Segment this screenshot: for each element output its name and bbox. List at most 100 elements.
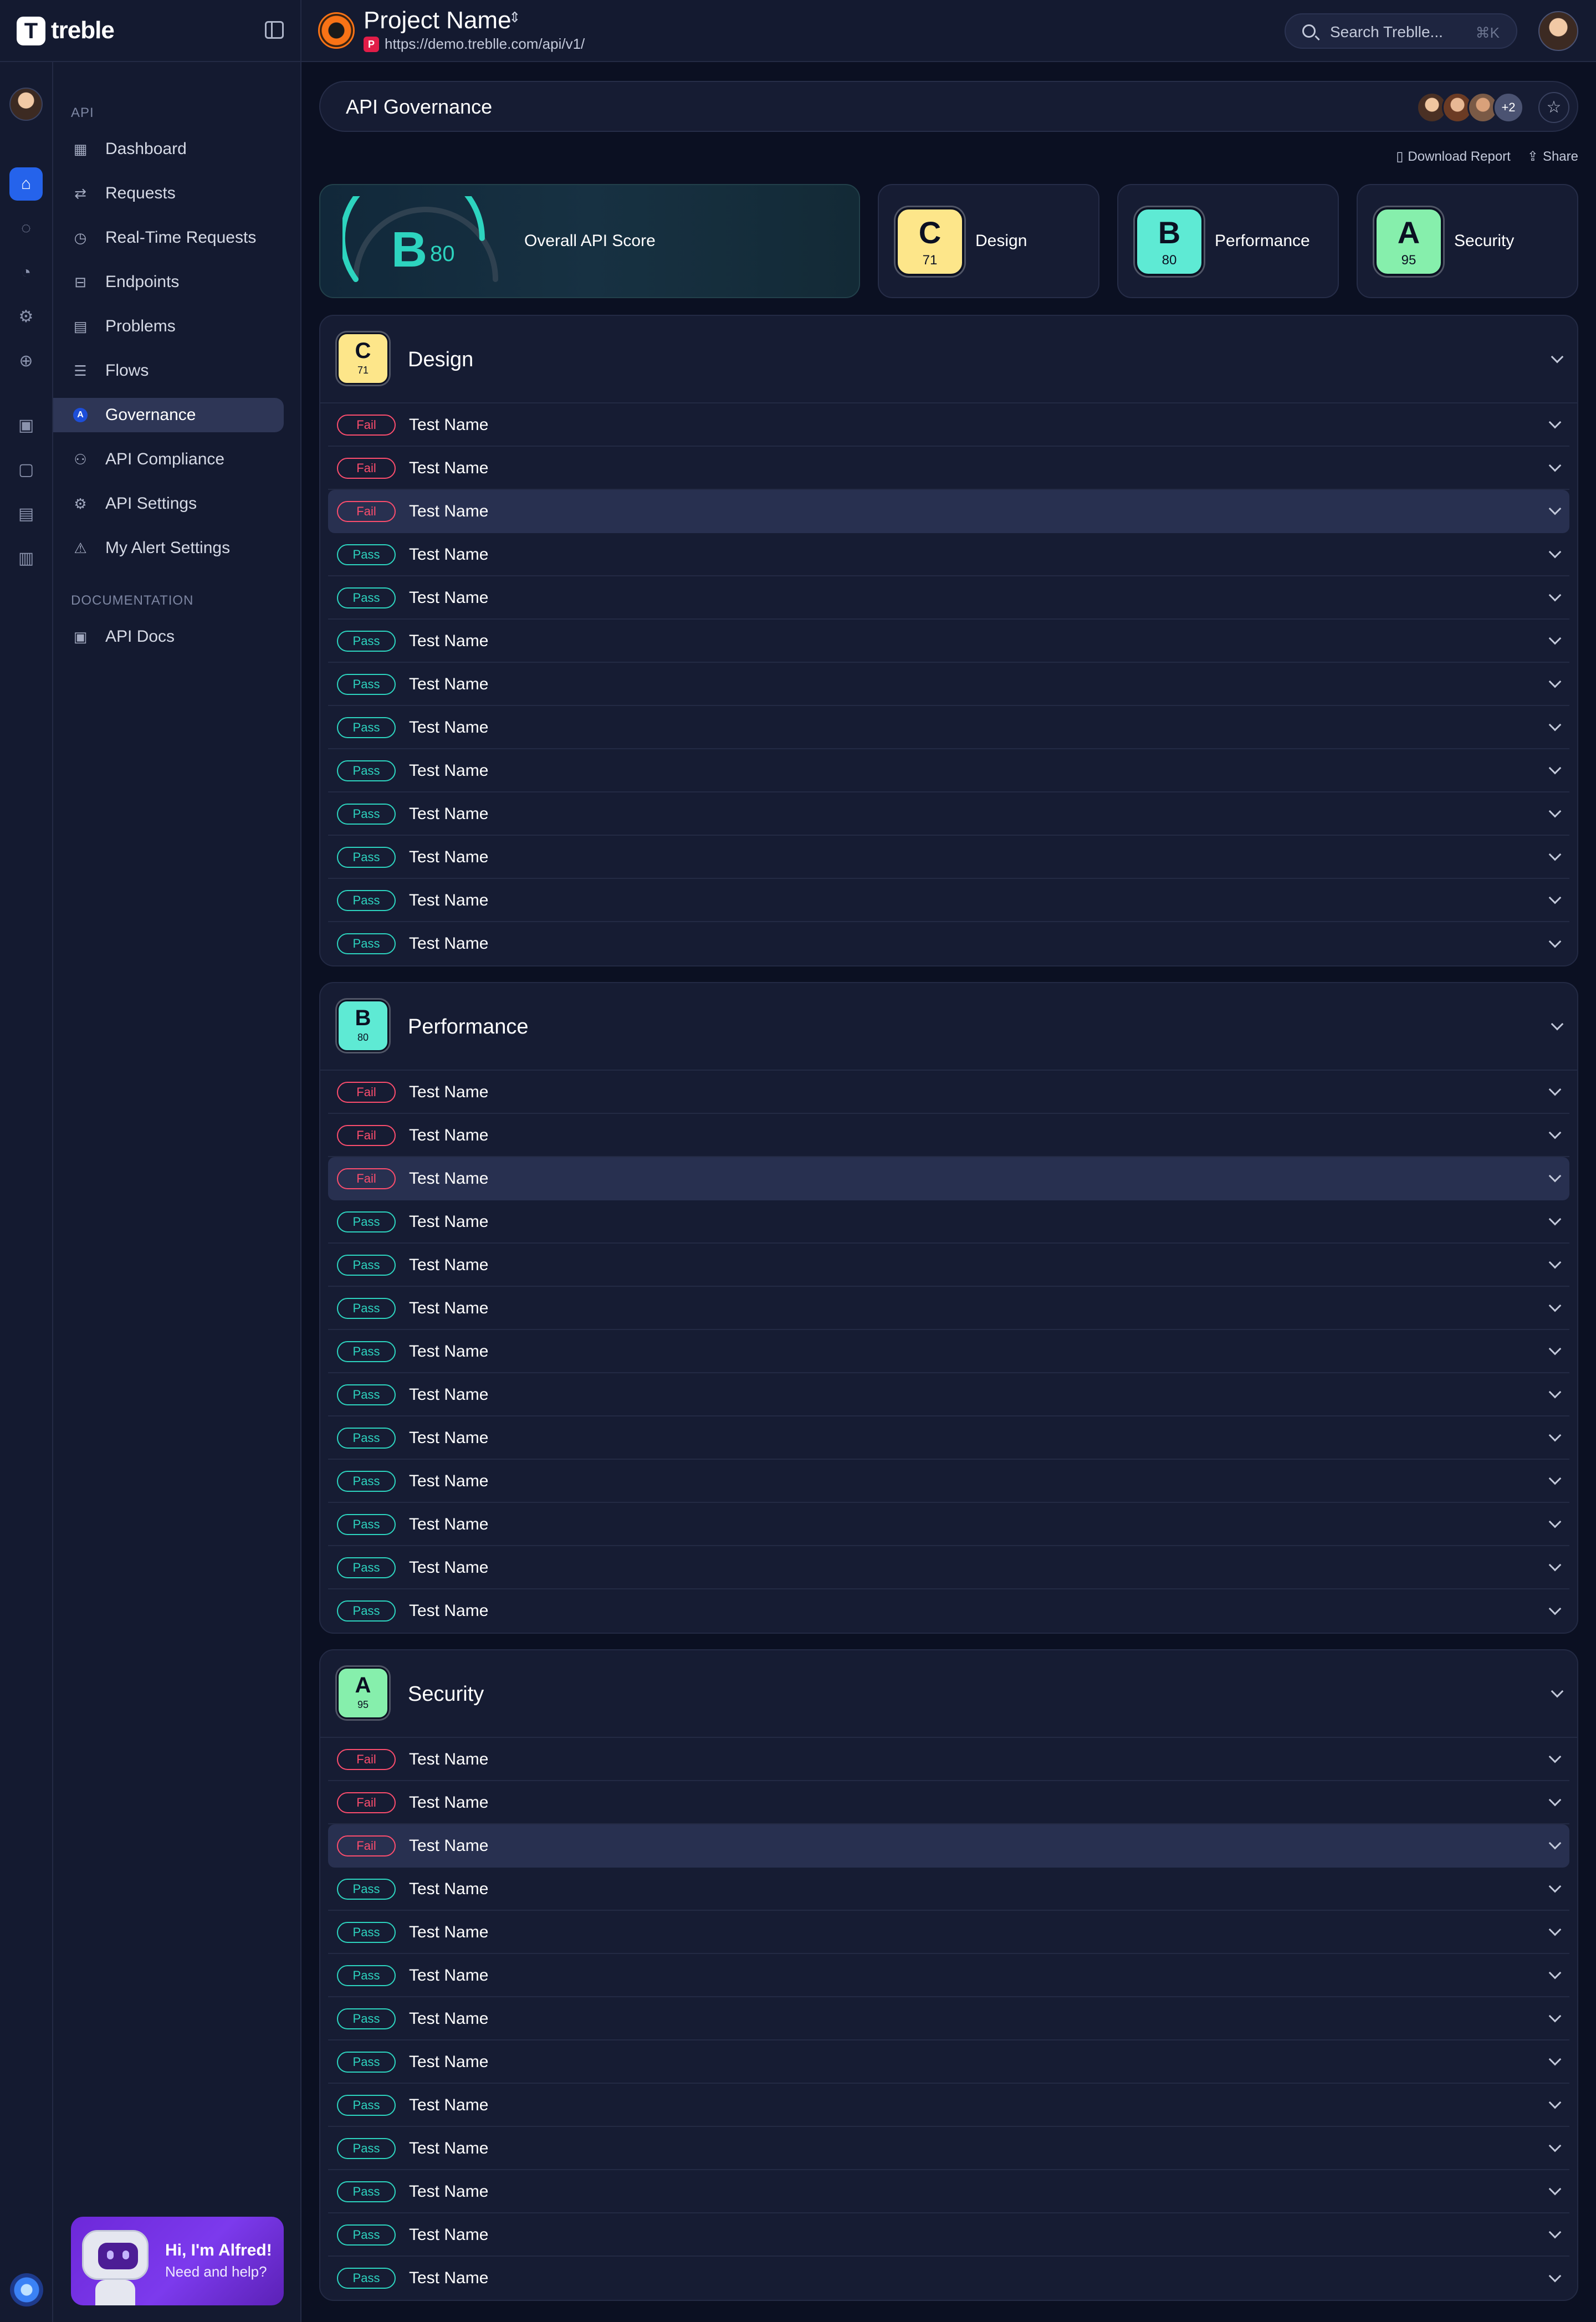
test-row[interactable]: Pass Test Name (328, 1546, 1569, 1589)
star-icon[interactable]: ☆ (1538, 92, 1569, 123)
chevron-down-icon[interactable] (1548, 1126, 1562, 1139)
test-row[interactable]: Fail Test Name (328, 1781, 1569, 1824)
chevron-down-icon[interactable] (1548, 761, 1562, 775)
test-row[interactable]: Fail Test Name (328, 1738, 1569, 1781)
share-button[interactable]: ⇪ Share (1527, 149, 1578, 165)
test-row[interactable]: Fail Test Name (328, 1114, 1569, 1157)
chevron-down-icon[interactable] (1548, 2139, 1562, 2152)
bookmark-icon[interactable]: ▣ (9, 409, 43, 442)
chevron-down-icon[interactable] (1548, 1299, 1562, 1312)
chevron-down-icon[interactable] (1548, 1256, 1562, 1269)
design-score-card[interactable]: C 71 Design (878, 184, 1099, 298)
help-bot-icon[interactable] (10, 2273, 43, 2306)
sidebar-item-endpoints[interactable]: ⊟ Endpoints (53, 265, 284, 299)
test-row[interactable]: Pass Test Name (328, 1200, 1569, 1244)
test-row[interactable]: Pass Test Name (328, 1503, 1569, 1546)
test-row[interactable]: Pass Test Name (328, 922, 1569, 965)
test-row[interactable]: Fail Test Name (328, 1157, 1569, 1200)
test-row[interactable]: Pass Test Name (328, 2170, 1569, 2213)
test-row[interactable]: Pass Test Name (328, 706, 1569, 749)
test-row[interactable]: Fail Test Name (328, 1071, 1569, 1114)
chevron-down-icon[interactable] (1548, 459, 1562, 472)
chevron-down-icon[interactable] (1548, 848, 1562, 861)
test-row[interactable]: Pass Test Name (328, 792, 1569, 836)
sidebar-item-api-settings[interactable]: ⚙ API Settings (53, 487, 284, 521)
project-logo-icon[interactable] (318, 12, 355, 49)
test-row[interactable]: Pass Test Name (328, 1911, 1569, 1954)
workspace-avatar[interactable] (9, 88, 43, 121)
chevron-down-icon[interactable] (1548, 1750, 1562, 1763)
section-header[interactable]: A 95 Security (320, 1650, 1577, 1738)
test-row[interactable]: Pass Test Name (328, 1416, 1569, 1460)
chevron-down-icon[interactable] (1548, 1923, 1562, 1936)
chevron-down-icon[interactable] (1548, 2096, 1562, 2109)
test-row[interactable]: Pass Test Name (328, 2084, 1569, 2127)
performance-score-card[interactable]: B 80 Performance (1117, 184, 1339, 298)
chevron-down-icon[interactable] (1548, 545, 1562, 559)
test-row[interactable]: Pass Test Name (328, 749, 1569, 792)
integrations-icon[interactable]: ◌ (9, 212, 43, 245)
test-row[interactable]: Fail Test Name (328, 447, 1569, 490)
search-input[interactable]: Search Treblle... ⌘K (1285, 13, 1517, 49)
chevron-down-icon[interactable] (1548, 1472, 1562, 1485)
home-icon[interactable]: ⌂ (9, 167, 43, 201)
section-header[interactable]: B 80 Performance (320, 983, 1577, 1071)
chevron-down-icon[interactable] (1548, 1342, 1562, 1356)
sidebar-item-governance[interactable]: A Governance (53, 398, 284, 432)
test-row[interactable]: Pass Test Name (328, 836, 1569, 879)
docs-rail-icon[interactable]: ▥ (9, 542, 43, 575)
test-row[interactable]: Fail Test Name (328, 490, 1569, 533)
chevron-down-icon[interactable] (1548, 632, 1562, 645)
chevron-down-icon[interactable] (1548, 1793, 1562, 1807)
test-row[interactable]: Pass Test Name (328, 620, 1569, 663)
chevron-down-icon[interactable] (1551, 1017, 1564, 1031)
test-row[interactable]: Fail Test Name (328, 1824, 1569, 1868)
test-row[interactable]: Pass Test Name (328, 1287, 1569, 1330)
test-row[interactable]: Fail Test Name (328, 403, 1569, 447)
sidebar-item-my-alert-settings[interactable]: ⚠ My Alert Settings (53, 531, 284, 565)
chevron-down-icon[interactable] (1548, 2269, 1562, 2283)
chat-icon[interactable]: ▤ (9, 498, 43, 531)
chevron-down-icon[interactable] (1548, 1083, 1562, 1096)
chevron-down-icon[interactable] (1548, 805, 1562, 818)
project-name[interactable]: Project Name (364, 7, 511, 34)
test-row[interactable]: Pass Test Name (328, 533, 1569, 576)
test-row[interactable]: Pass Test Name (328, 1997, 1569, 2040)
chevron-down-icon[interactable] (1548, 2053, 1562, 2066)
test-row[interactable]: Pass Test Name (328, 1460, 1569, 1503)
chevron-down-icon[interactable] (1548, 1429, 1562, 1442)
chevron-down-icon[interactable] (1548, 1169, 1562, 1183)
section-header[interactable]: C 71 Design (320, 316, 1577, 403)
sidebar-item-problems[interactable]: ▤ Problems (53, 309, 284, 344)
chevron-down-icon[interactable] (1548, 502, 1562, 515)
test-row[interactable]: Pass Test Name (328, 2257, 1569, 2300)
test-row[interactable]: Pass Test Name (328, 2213, 1569, 2257)
chevron-down-icon[interactable] (1548, 1837, 1562, 1850)
test-row[interactable]: Pass Test Name (328, 1373, 1569, 1416)
chevron-down-icon[interactable] (1548, 935, 1562, 948)
download-report-button[interactable]: ▯ Download Report (1396, 149, 1511, 165)
test-row[interactable]: Pass Test Name (328, 2040, 1569, 2084)
sidebar-collapse-icon[interactable] (265, 21, 284, 39)
chevron-down-icon[interactable] (1548, 1213, 1562, 1226)
sidebar-item-dashboard[interactable]: ▦ Dashboard (53, 132, 284, 166)
settings-icon[interactable]: ⚙ (9, 300, 43, 334)
chevron-down-icon[interactable] (1548, 1515, 1562, 1528)
alfred-assistant-card[interactable]: Hi, I'm Alfred! Need and help? (71, 2217, 284, 2305)
test-row[interactable]: Pass Test Name (328, 1954, 1569, 1997)
chevron-down-icon[interactable] (1551, 350, 1564, 364)
test-row[interactable]: Pass Test Name (328, 576, 1569, 620)
test-row[interactable]: Pass Test Name (328, 2127, 1569, 2170)
add-icon[interactable]: ⊕ (9, 345, 43, 378)
chevron-down-icon[interactable] (1548, 891, 1562, 904)
chevron-down-icon[interactable] (1548, 1602, 1562, 1615)
chevron-down-icon[interactable] (1551, 1685, 1564, 1698)
test-row[interactable]: Pass Test Name (328, 663, 1569, 706)
chevron-down-icon[interactable] (1548, 1558, 1562, 1572)
test-row[interactable]: Pass Test Name (328, 879, 1569, 922)
chevron-down-icon[interactable] (1548, 589, 1562, 602)
notifications-icon[interactable]: ◔ (9, 256, 43, 289)
chevron-down-icon[interactable] (1548, 1966, 1562, 1980)
security-score-card[interactable]: A 95 Security (1357, 184, 1578, 298)
test-row[interactable]: Pass Test Name (328, 1589, 1569, 1633)
